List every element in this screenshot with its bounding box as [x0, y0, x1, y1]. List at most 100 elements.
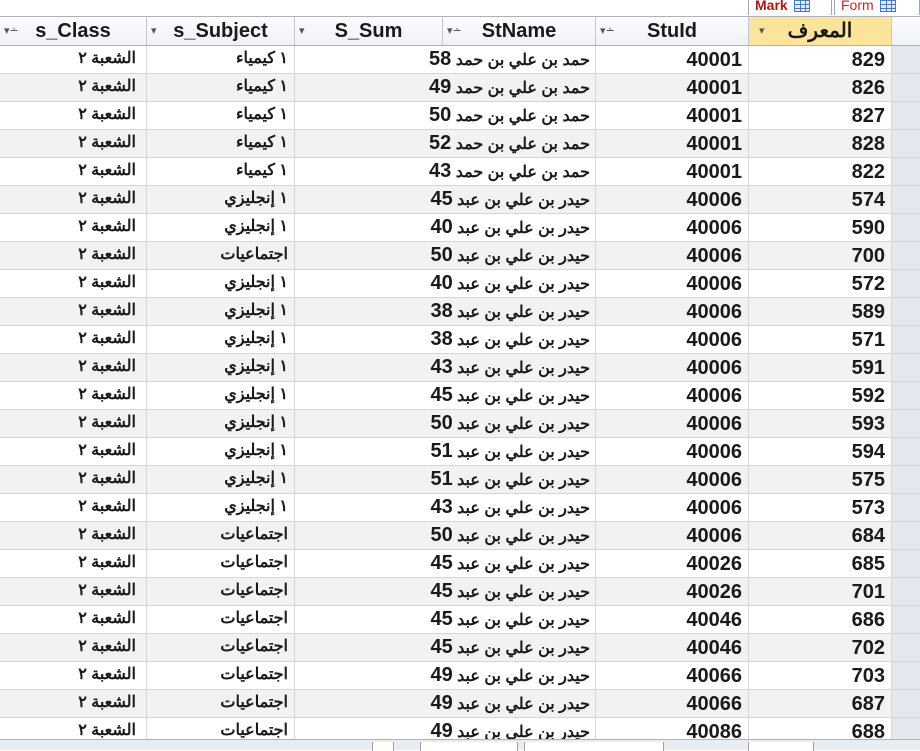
cell-s-subject[interactable]: اجتماعيات [147, 606, 295, 634]
cell-stuid[interactable]: 40001 [596, 102, 749, 130]
column-header-s-subject[interactable]: ▾ s_Subject [147, 17, 295, 45]
cell-s-class[interactable]: الشعبة ٢ [0, 214, 147, 242]
column-header-stname[interactable]: ▾∸ StName [443, 17, 596, 45]
table-row[interactable]: الشعبة ٢١ إنجليزي 51 حيدر بن علي بن عبد 40… [0, 466, 920, 494]
cell-stuid[interactable]: 40086 [596, 718, 749, 739]
table-row[interactable]: الشعبة ٢ اجتماعيات 49 حيدر بن علي بن عبد 40… [0, 690, 920, 718]
cell-s-class[interactable]: الشعبة ٢ [0, 522, 147, 550]
cell-s-subject[interactable]: اجتماعيات [147, 242, 295, 270]
cell-s-class[interactable]: الشعبة ٢ [0, 298, 147, 326]
cell-s-class[interactable]: الشعبة ٢ [0, 102, 147, 130]
cell-stuid[interactable]: 40006 [596, 438, 749, 466]
row-selector[interactable] [892, 298, 920, 326]
row-selector[interactable] [892, 634, 920, 662]
cell-stuid[interactable]: 40001 [596, 130, 749, 158]
cell-stname[interactable]: 43 حيدر بن علي بن عبد [295, 354, 596, 382]
table-row[interactable]: الشعبة ٢١ إنجليزي 45 حيدر بن علي بن عبد 40… [0, 186, 920, 214]
cell-id[interactable]: 574 [749, 186, 892, 214]
table-row[interactable]: الشعبة ٢١ إنجليزي 38 حيدر بن علي بن عبد 40… [0, 298, 920, 326]
cell-s-class[interactable]: الشعبة ٢ [0, 578, 147, 606]
cell-s-subject[interactable]: ١ إنجليزي [147, 438, 295, 466]
cell-stuid[interactable]: 40001 [596, 158, 749, 186]
table-row[interactable]: الشعبة ٢ اجتماعيات 45 حيدر بن علي بن عبد 40… [0, 634, 920, 662]
cell-stname[interactable]: 43 حمد بن علي بن حمد [295, 158, 596, 186]
cell-s-subject[interactable]: اجتماعيات [147, 550, 295, 578]
table-row[interactable]: الشعبة ٢ اجتماعيات 50 حيدر بن علي بن عبد 40… [0, 522, 920, 550]
cell-s-class[interactable]: الشعبة ٢ [0, 410, 147, 438]
cell-s-subject[interactable]: ١ كيمياء [147, 102, 295, 130]
cell-id[interactable]: 702 [749, 634, 892, 662]
cell-id[interactable]: 573 [749, 494, 892, 522]
cell-s-subject[interactable]: ١ كيمياء [147, 74, 295, 102]
row-selector[interactable] [892, 242, 920, 270]
cell-stname[interactable]: 45 حيدر بن علي بن عبد [295, 634, 596, 662]
column-header-id[interactable]: ▾ المعرف [749, 17, 892, 45]
cell-stuid[interactable]: 40001 [596, 74, 749, 102]
row-selector[interactable] [892, 522, 920, 550]
cell-s-subject[interactable]: اجتماعيات [147, 662, 295, 690]
cell-stname[interactable]: 50 حمد بن علي بن حمد [295, 102, 596, 130]
cell-stname[interactable]: 45 حيدر بن علي بن عبد [295, 550, 596, 578]
cell-id[interactable]: 592 [749, 382, 892, 410]
cell-stname[interactable]: 50 حيدر بن علي بن عبد [295, 410, 596, 438]
cell-stuid[interactable]: 40066 [596, 662, 749, 690]
cell-id[interactable]: 822 [749, 158, 892, 186]
cell-stuid[interactable]: 40006 [596, 214, 749, 242]
row-selector[interactable] [892, 46, 920, 74]
cell-stname[interactable]: 45 حيدر بن علي بن عبد [295, 578, 596, 606]
cell-s-class[interactable]: الشعبة ٢ [0, 438, 147, 466]
cell-s-class[interactable]: الشعبة ٢ [0, 186, 147, 214]
cell-s-subject[interactable]: ١ كيمياء [147, 130, 295, 158]
cell-s-class[interactable]: الشعبة ٢ [0, 494, 147, 522]
cell-stuid[interactable]: 40006 [596, 494, 749, 522]
row-selector[interactable] [892, 662, 920, 690]
cell-id[interactable]: 589 [749, 298, 892, 326]
table-row[interactable]: الشعبة ٢١ إنجليزي 40 حيدر بن علي بن عبد 40… [0, 270, 920, 298]
cell-id[interactable]: 684 [749, 522, 892, 550]
cell-s-class[interactable]: الشعبة ٢ [0, 354, 147, 382]
table-row[interactable]: الشعبة ٢١ كيمياء 52 حمد بن علي بن حمد 4000… [0, 130, 920, 158]
cell-s-subject[interactable]: ١ إنجليزي [147, 270, 295, 298]
table-row[interactable]: الشعبة ٢١ إنجليزي 45 حيدر بن علي بن عبد 40… [0, 382, 920, 410]
cell-id[interactable]: 701 [749, 578, 892, 606]
cell-s-subject[interactable]: اجتماعيات [147, 578, 295, 606]
table-row[interactable]: الشعبة ٢١ كيمياء 49 حمد بن علي بن حمد 4000… [0, 74, 920, 102]
cell-stuid[interactable]: 40006 [596, 298, 749, 326]
cell-s-subject[interactable]: اجتماعيات [147, 522, 295, 550]
cell-s-class[interactable]: الشعبة ٢ [0, 690, 147, 718]
row-selector[interactable] [892, 550, 920, 578]
row-selector[interactable] [892, 438, 920, 466]
cell-id[interactable]: 703 [749, 662, 892, 690]
cell-s-class[interactable]: الشعبة ٢ [0, 466, 147, 494]
cell-s-class[interactable]: الشعبة ٢ [0, 242, 147, 270]
cell-s-class[interactable]: الشعبة ٢ [0, 326, 147, 354]
cell-s-subject[interactable]: ١ كيمياء [147, 46, 295, 74]
table-row[interactable]: الشعبة ٢١ كيمياء 58 حمد بن علي بن حمد 4000… [0, 46, 920, 74]
cell-stname[interactable]: 49 حيدر بن علي بن عبد [295, 662, 596, 690]
cell-stname[interactable]: 40 حيدر بن علي بن عبد [295, 214, 596, 242]
cell-stuid[interactable]: 40026 [596, 550, 749, 578]
cell-stuid[interactable]: 40006 [596, 354, 749, 382]
row-selector[interactable] [892, 74, 920, 102]
cell-stname[interactable]: 58 حمد بن علي بن حمد [295, 46, 596, 74]
cell-s-class[interactable]: الشعبة ٢ [0, 382, 147, 410]
column-header-stuid[interactable]: ▾∸ StuId [596, 17, 749, 45]
cell-s-class[interactable]: الشعبة ٢ [0, 270, 147, 298]
table-row[interactable]: الشعبة ٢ اجتماعيات 45 حيدر بن علي بن عبد 40… [0, 606, 920, 634]
row-selector-header[interactable] [892, 17, 920, 45]
cell-stname[interactable]: 45 حيدر بن علي بن عبد [295, 186, 596, 214]
cell-id[interactable]: 572 [749, 270, 892, 298]
cell-s-subject[interactable]: ١ إنجليزي [147, 214, 295, 242]
cell-s-class[interactable]: الشعبة ٢ [0, 634, 147, 662]
table-row[interactable]: الشعبة ٢١ كيمياء 50 حمد بن علي بن حمد 4000… [0, 102, 920, 130]
cell-stname[interactable]: 40 حيدر بن علي بن عبد [295, 270, 596, 298]
row-selector[interactable] [892, 466, 920, 494]
row-selector[interactable] [892, 186, 920, 214]
row-selector[interactable] [892, 410, 920, 438]
table-row[interactable]: الشعبة ٢١ كيمياء 43 حمد بن علي بن حمد 4000… [0, 158, 920, 186]
cell-stname[interactable]: 45 حيدر بن علي بن عبد [295, 382, 596, 410]
cell-stuid[interactable]: 40066 [596, 690, 749, 718]
cell-id[interactable]: 593 [749, 410, 892, 438]
cell-s-subject[interactable]: ١ إنجليزي [147, 298, 295, 326]
cell-stname[interactable]: 50 حيدر بن علي بن عبد [295, 522, 596, 550]
